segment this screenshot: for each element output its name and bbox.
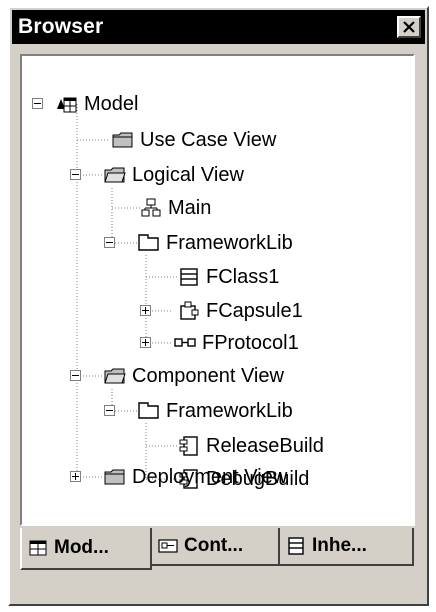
package-icon (138, 401, 160, 421)
close-button[interactable] (397, 16, 421, 38)
tree-item-label: Component View (132, 364, 284, 387)
component-icon (178, 436, 200, 456)
package-icon (138, 233, 160, 253)
tree-item-use-case-view[interactable]: Use Case View (112, 124, 276, 156)
tree-item-component-view[interactable]: Component View (104, 360, 284, 392)
tree-item-model[interactable]: Model (56, 88, 138, 120)
tree-item-main[interactable]: Main (140, 192, 211, 224)
tree-item-fclass1[interactable]: FClass1 (178, 261, 279, 293)
inheritance-icon (286, 537, 306, 555)
folder-open-icon (104, 366, 126, 386)
tab-containment[interactable]: Cont... (150, 528, 280, 566)
collapse-toggle-logical-view[interactable] (70, 169, 81, 180)
title-bar[interactable]: Browser (12, 10, 425, 44)
folder-open-icon (104, 165, 126, 185)
tree-item-label: FClass1 (206, 265, 280, 288)
tree-item-label: FrameworkLib (166, 399, 293, 422)
tree-item-label: FProtocol1 (202, 331, 299, 354)
tab-label: Inhe... (312, 535, 367, 556)
tree-item-fcapsule1[interactable]: FCapsule1 (178, 295, 303, 327)
model-icon (28, 539, 48, 557)
containment-icon (158, 537, 178, 555)
tree-item-label: FCapsule1 (206, 299, 303, 322)
tab-inheritance[interactable]: Inhe... (278, 528, 414, 566)
model-tree[interactable]: Model Use Case View Logical View Main Fr… (20, 54, 415, 526)
tree-item-label: Deployment View (132, 465, 288, 488)
expand-toggle-fcapsule1[interactable] (140, 305, 151, 316)
folder-icon (112, 130, 134, 150)
tree-item-fprotocol1[interactable]: FProtocol1 (174, 327, 299, 359)
collapse-toggle-frameworklib-2[interactable] (104, 405, 115, 416)
class-icon (178, 267, 200, 287)
tree-item-logical-view[interactable]: Logical View (104, 159, 244, 191)
window-title: Browser (18, 15, 104, 38)
tree-item-label: FrameworkLib (166, 231, 293, 254)
tree-item-frameworklib-2[interactable]: FrameworkLib (138, 395, 293, 427)
tree-item-label: Model (84, 92, 139, 115)
model-icon (56, 94, 78, 114)
browser-tabs: Inhe... Cont... Mod... (20, 528, 415, 598)
tree-item-label: Use Case View (140, 128, 277, 151)
tree-item-label: Logical View (132, 163, 244, 186)
capsule-icon (178, 301, 200, 321)
tree-item-label: Main (168, 196, 212, 219)
protocol-icon (174, 333, 196, 353)
class-diagram-icon (140, 198, 162, 218)
collapse-toggle-frameworklib[interactable] (104, 237, 115, 248)
folder-icon (104, 467, 126, 487)
tree-item-deployment-view[interactable]: Deployment View (104, 461, 287, 493)
expand-toggle-deployment-view[interactable] (70, 471, 81, 482)
close-icon (403, 21, 415, 33)
tree-item-label: ReleaseBuild (206, 434, 324, 457)
tree-item-releasebuild[interactable]: ReleaseBuild (178, 430, 324, 462)
collapse-toggle-model[interactable] (32, 98, 43, 109)
tab-label: Cont... (184, 535, 244, 556)
tab-label: Mod... (54, 537, 109, 558)
browser-window: Browser Model Use Case View Logical View… (8, 6, 429, 606)
collapse-toggle-component-view[interactable] (70, 370, 81, 381)
expand-toggle-fprotocol1[interactable] (140, 337, 151, 348)
tree-item-frameworklib[interactable]: FrameworkLib (138, 227, 293, 259)
tab-model[interactable]: Mod... (20, 528, 152, 570)
